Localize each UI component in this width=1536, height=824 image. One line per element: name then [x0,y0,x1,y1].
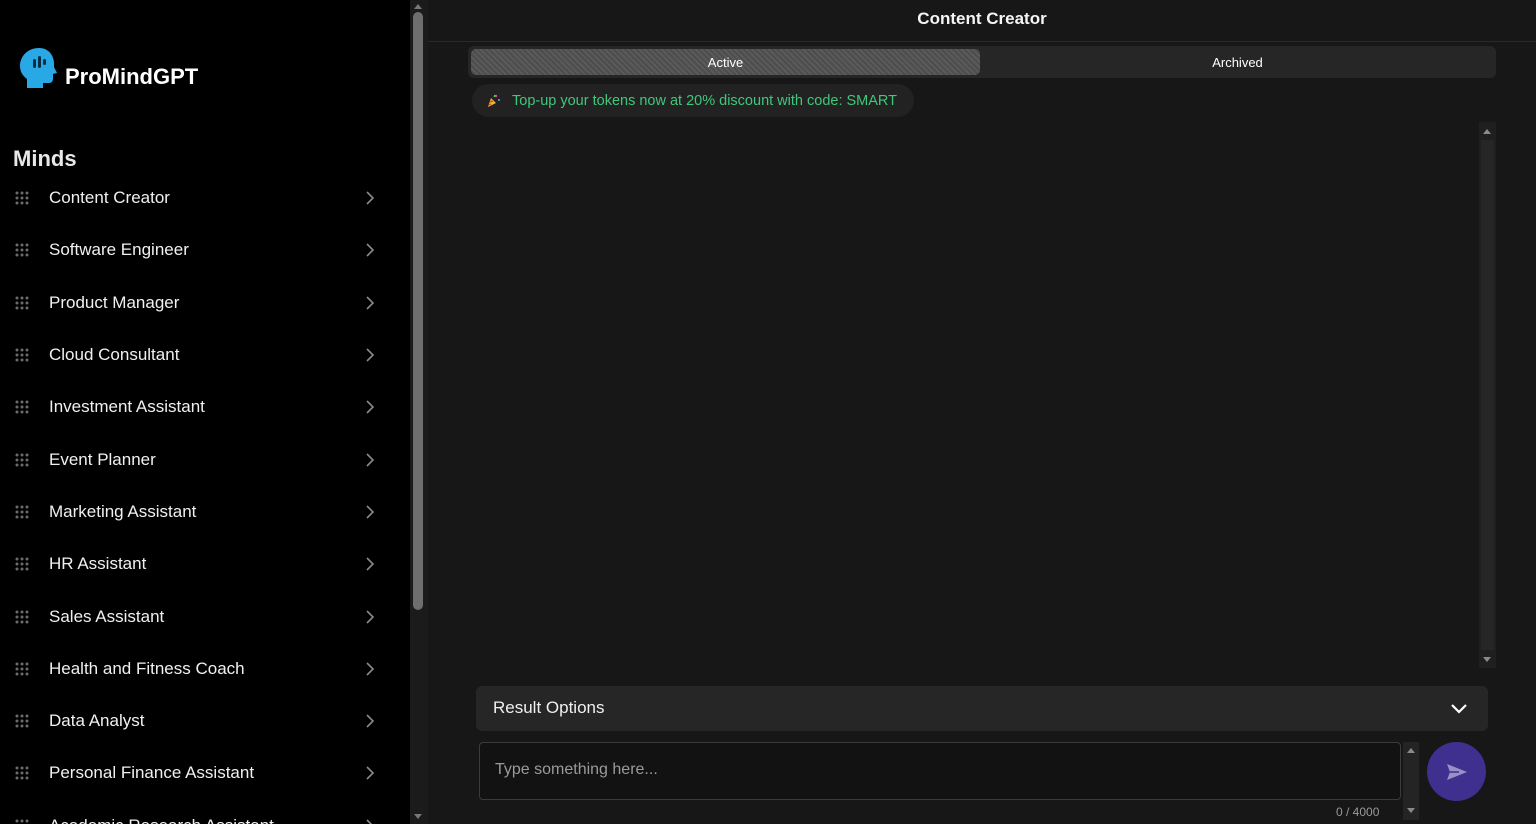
drag-grip-icon[interactable] [15,610,31,624]
sidebar-item-label: HR Assistant [49,554,147,574]
message-input-box [479,742,1401,800]
drag-grip-icon[interactable] [15,714,31,728]
drag-grip-icon[interactable] [15,505,31,519]
minds-heading: Minds [13,146,77,171]
head-silhouette-icon [20,48,57,88]
sidebar-item-hr-assistant[interactable]: HR Assistant [0,538,400,590]
sidebar-item-product-manager[interactable]: Product Manager [0,277,400,329]
sidebar-item-software-engineer[interactable]: Software Engineer [0,224,400,276]
chevron-right-icon [366,505,375,519]
drag-grip-icon[interactable] [15,296,31,310]
drag-grip-icon[interactable] [15,400,31,414]
sidebar-item-personal-finance-assistant[interactable]: Personal Finance Assistant [0,747,400,799]
sidebar-item-label: Cloud Consultant [49,345,180,365]
sidebar-item-marketing-assistant[interactable]: Marketing Assistant [0,486,400,538]
drag-grip-icon[interactable] [15,766,31,780]
scroll-up-arrow-icon[interactable] [1406,746,1416,754]
party-popper-icon [488,94,500,107]
chat-header: Content Creator [428,0,1536,42]
drag-grip-icon[interactable] [15,453,31,467]
conversation-tabs: Active Archived [468,46,1496,78]
drag-grip-icon[interactable] [15,819,31,824]
scroll-up-arrow-icon[interactable] [413,2,423,10]
result-options-label: Result Options [493,698,605,717]
chevron-right-icon [366,557,375,571]
scroll-down-arrow-icon[interactable] [1406,807,1416,815]
scroll-down-arrow-icon[interactable] [413,813,423,821]
send-button[interactable] [1427,742,1486,801]
sidebar-item-academic-research-assistant[interactable]: Academic Research Assistant [0,800,400,824]
sidebar-item-content-creator[interactable]: Content Creator [0,172,400,224]
chevron-right-icon [366,766,375,780]
promo-banner[interactable]: Top-up your tokens now at 20% discount w… [472,84,914,117]
drag-grip-icon[interactable] [15,662,31,676]
sidebar-item-label: Software Engineer [49,240,189,260]
result-options-accordion[interactable]: Result Options [476,686,1488,731]
tab-archived[interactable]: Archived [982,49,1493,75]
sidebar-item-investment-assistant[interactable]: Investment Assistant [0,381,400,433]
sidebar-item-event-planner[interactable]: Event Planner [0,433,400,485]
drag-grip-icon[interactable] [15,243,31,257]
chevron-right-icon [366,191,375,205]
sidebar-item-label: Content Creator [49,188,170,208]
chevron-right-icon [366,296,375,310]
minds-list: Content Creator Software Engineer Produc… [0,172,400,824]
sidebar-item-label: Health and Fitness Coach [49,658,245,678]
chevron-right-icon [366,243,375,258]
chat-scrollbar-track [1481,140,1494,650]
sidebar-item-health-and-fitness-coach[interactable]: Health and Fitness Coach [0,643,400,695]
chevron-right-icon [366,453,375,467]
sidebar-item-data-analyst[interactable]: Data Analyst [0,695,400,747]
drag-grip-icon[interactable] [15,557,31,571]
chevron-right-icon [366,348,375,362]
sidebar-item-label: Event Planner [49,449,156,469]
sidebar: ProMindGPT Minds Content Creator Softwar… [0,0,410,824]
message-input[interactable] [480,743,1400,799]
sidebar-item-label: Personal Finance Assistant [49,763,255,783]
scroll-down-arrow-icon[interactable] [1482,656,1492,664]
sidebar-item-label: Sales Assistant [49,606,165,626]
tab-active[interactable]: Active [471,49,980,75]
send-icon [1446,763,1467,780]
brand-name: ProMindGPT [65,64,199,89]
drag-grip-icon[interactable] [15,191,31,205]
sidebar-item-sales-assistant[interactable]: Sales Assistant [0,590,400,642]
page-title: Content Creator [917,9,1047,28]
chevron-right-icon [366,662,375,676]
sidebar-scrollbar-thumb[interactable] [413,12,423,610]
drag-grip-icon[interactable] [15,348,31,362]
promo-text: Top-up your tokens now at 20% discount w… [512,92,897,109]
sidebar-item-label: Data Analyst [49,711,145,731]
scroll-up-arrow-icon[interactable] [1482,127,1492,135]
sidebar-item-label: Marketing Assistant [49,501,197,521]
chevron-right-icon [366,819,373,824]
sidebar-item-label: Product Manager [49,292,180,312]
chevron-right-icon [366,400,375,414]
brand-logo[interactable]: ProMindGPT [19,46,198,90]
character-counter: 0 / 4000 [1336,805,1380,819]
sidebar-item-cloud-consultant[interactable]: Cloud Consultant [0,329,400,381]
chevron-right-icon [366,714,375,728]
chevron-right-icon [366,609,375,624]
sidebar-item-label: Academic Research Assistant [49,816,274,824]
sidebar-item-label: Investment Assistant [49,397,205,417]
chevron-down-icon [1451,704,1467,714]
